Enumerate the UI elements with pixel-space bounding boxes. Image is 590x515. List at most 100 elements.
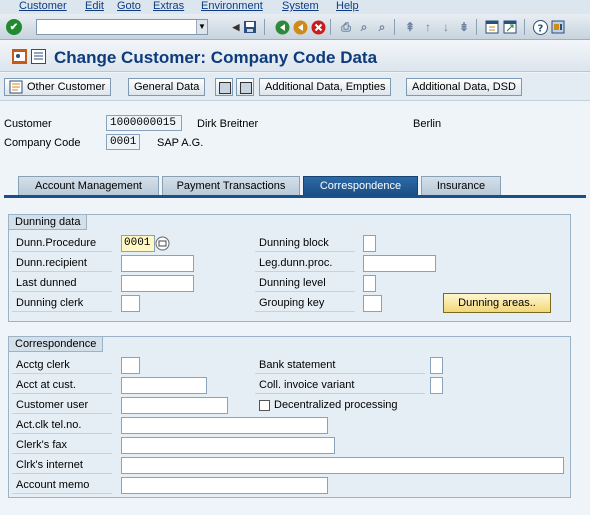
dunning-data-title: Dunning data <box>9 215 88 230</box>
last-page-icon[interactable]: ⇟ <box>456 19 472 35</box>
menu-extras[interactable]: Extras <box>153 0 184 13</box>
correspondence-title: Correspondence <box>9 337 104 352</box>
command-field-dropdown-icon[interactable]: ▼ <box>196 20 207 34</box>
toolbar-separator <box>330 19 331 35</box>
dunning-procedure-label: Dunn.Procedure <box>12 235 112 252</box>
acctg-clerk-label: Acctg clerk <box>12 357 112 374</box>
bank-statement-field[interactable] <box>430 357 443 374</box>
menu-goto[interactable]: Goto <box>117 0 141 13</box>
additional-data-dsd-label: Additional Data, DSD <box>412 81 516 93</box>
system-menu-icon[interactable] <box>31 49 46 64</box>
customer-user-field[interactable] <box>121 397 228 414</box>
toolbar-separator <box>264 19 265 35</box>
tab-underline <box>4 195 586 198</box>
additional-data-empties-label: Additional Data, Empties <box>265 81 386 93</box>
previous-page-icon[interactable]: ↑ <box>420 19 436 35</box>
dunning-block-field[interactable] <box>363 235 376 252</box>
standard-toolbar: ✔ ▼ ◀ ⎙ ⌕ ⌕ ⇞ ↑ ↓ ⇟ ? <box>0 14 590 40</box>
dunning-level-field[interactable] <box>363 275 376 292</box>
account-memo-field[interactable] <box>121 477 328 494</box>
other-customer-button[interactable]: Other Customer <box>4 78 112 96</box>
clerk-fax-field[interactable] <box>121 437 335 454</box>
grouping-key-field[interactable] <box>363 295 382 312</box>
transaction-icon <box>12 49 27 64</box>
additional-data-dsd-button[interactable]: Additional Data, DSD <box>406 78 522 96</box>
legal-dunning-procedure-field[interactable] <box>363 255 436 272</box>
exit-icon[interactable] <box>292 19 308 35</box>
customer-number-field: 1000000015 <box>106 115 182 131</box>
clerk-tel-label: Act.clk tel.no. <box>12 417 112 434</box>
general-data-button[interactable]: General Data <box>128 78 206 96</box>
dunning-procedure-field[interactable]: 0001 <box>121 235 155 252</box>
other-customer-label: Other Customer <box>27 81 106 93</box>
command-field[interactable] <box>36 19 208 35</box>
legal-dunning-procedure-label: Leg.dunn.proc. <box>255 255 355 272</box>
back-icon[interactable] <box>274 19 290 35</box>
decentralized-processing-checkbox[interactable] <box>259 400 270 411</box>
additional-data-empties-button[interactable]: Additional Data, Empties <box>259 78 392 96</box>
find-next-icon[interactable]: ⌕ <box>374 19 390 35</box>
tab-insurance[interactable]: Insurance <box>421 176 501 195</box>
customer-city: Berlin <box>413 118 442 130</box>
print-icon[interactable]: ⎙ <box>338 19 354 35</box>
f4-help-icon[interactable] <box>155 236 170 251</box>
dunning-recipient-label: Dunn.recipient <box>12 255 112 272</box>
tab-payment-transactions[interactable]: Payment Transactions <box>162 176 300 195</box>
coll-invoice-variant-label: Coll. invoice variant <box>255 377 425 394</box>
correspondence-group: Correspondence Acctg clerk Acct at cust.… <box>8 336 571 498</box>
customer-user-label: Customer user <box>12 397 112 414</box>
company-code-label: Company Code <box>4 137 81 149</box>
first-page-icon[interactable]: ⇞ <box>402 19 418 35</box>
clerk-internet-field[interactable] <box>121 457 564 474</box>
bank-statement-label: Bank statement <box>255 357 425 374</box>
dunning-clerk-field[interactable] <box>121 295 140 312</box>
general-data-label: General Data <box>134 81 200 93</box>
menu-help[interactable]: Help <box>336 0 359 13</box>
next-page-icon[interactable]: ↓ <box>438 19 454 35</box>
clerk-tel-field[interactable] <box>121 417 328 434</box>
new-session-icon[interactable] <box>484 19 500 35</box>
save-icon[interactable] <box>242 19 258 35</box>
find-icon[interactable]: ⌕ <box>356 19 372 35</box>
clerk-internet-label: Clrk's internet <box>12 457 112 474</box>
page-title: Change Customer: Company Code Data <box>54 48 378 67</box>
menu-environment[interactable]: Environment <box>201 0 263 13</box>
next-screen-button[interactable] <box>236 78 254 96</box>
dunning-areas-button[interactable]: Dunning areas.. <box>443 293 551 313</box>
toolbar-separator <box>476 19 477 35</box>
shortcut-icon[interactable] <box>502 19 518 35</box>
enter-icon[interactable]: ✔ <box>6 19 22 35</box>
tab-account-management[interactable]: Account Management <box>18 176 159 195</box>
other-customer-icon <box>9 80 23 94</box>
acctg-clerk-field[interactable] <box>121 357 140 374</box>
customize-layout-icon[interactable] <box>550 19 566 35</box>
customer-label: Customer <box>4 118 52 130</box>
svg-text:?: ? <box>537 23 543 34</box>
tab-strip: Account Management Payment Transactions … <box>0 174 590 196</box>
account-memo-label: Account memo <box>12 477 112 494</box>
last-dunned-field[interactable] <box>121 275 194 292</box>
tab-correspondence[interactable]: Correspondence <box>303 176 418 195</box>
help-icon[interactable]: ? <box>532 19 548 35</box>
menu-bar: Customer Edit Goto Extras Environment Sy… <box>0 0 590 14</box>
coll-invoice-variant-field[interactable] <box>430 377 443 394</box>
dunning-clerk-label: Dunning clerk <box>12 295 112 312</box>
decentralized-processing-label: Decentralized processing <box>274 399 398 411</box>
application-toolbar: Other Customer General Data Additional D… <box>0 73 590 101</box>
acct-at-cust-field[interactable] <box>121 377 207 394</box>
dunning-block-label: Dunning block <box>255 235 355 252</box>
clerk-fax-label: Clerk's fax <box>12 437 112 454</box>
company-code-field: 0001 <box>106 134 140 150</box>
previous-screen-button[interactable] <box>215 78 233 96</box>
menu-edit[interactable]: Edit <box>85 0 104 13</box>
company-name: SAP A.G. <box>157 137 204 149</box>
title-bar: Change Customer: Company Code Data <box>0 40 590 72</box>
menu-system[interactable]: System <box>282 0 319 13</box>
last-dunned-label: Last dunned <box>12 275 112 292</box>
menu-customer[interactable]: Customer <box>19 0 67 13</box>
dunning-recipient-field[interactable] <box>121 255 194 272</box>
dunning-level-label: Dunning level <box>255 275 355 292</box>
customer-name: Dirk Breitner <box>197 118 259 130</box>
dunning-data-group: Dunning data Dunn.Procedure 0001 Dunn.re… <box>8 214 571 322</box>
cancel-icon[interactable] <box>310 19 326 35</box>
